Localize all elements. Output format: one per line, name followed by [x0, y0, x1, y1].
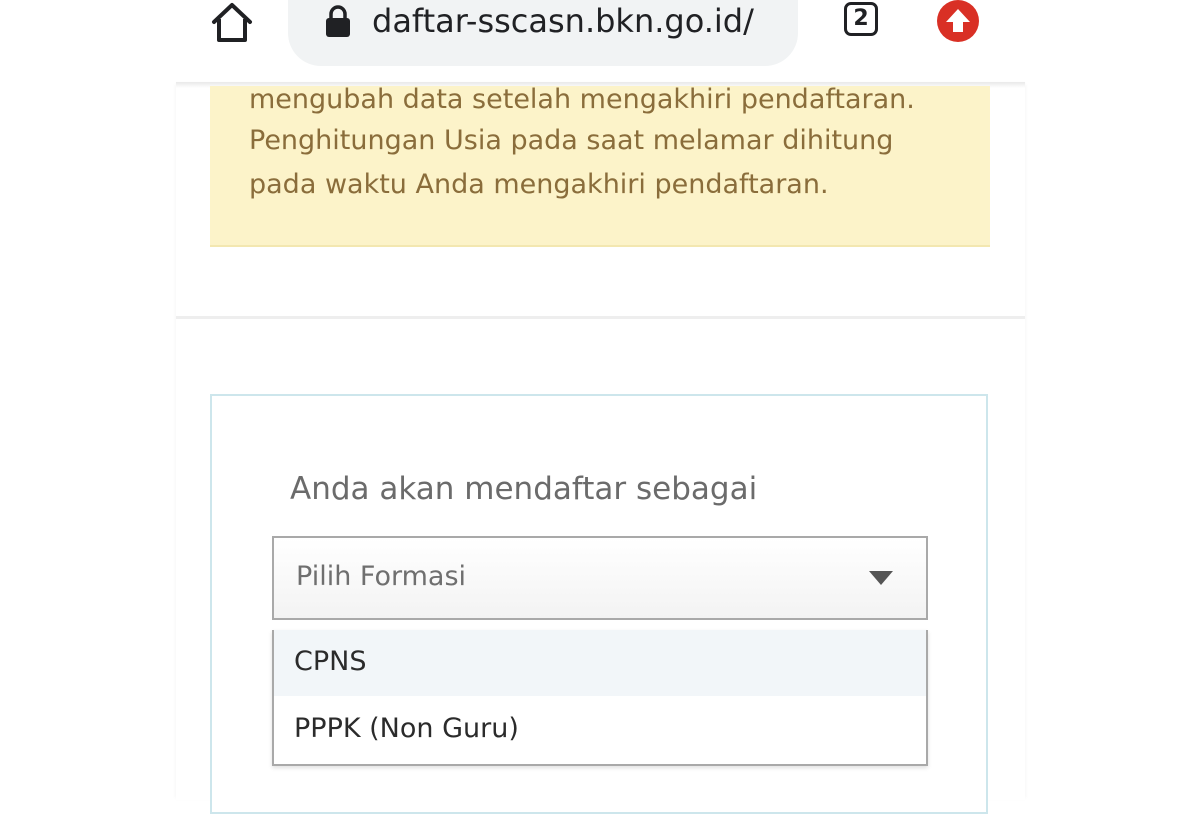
caret-down-icon: [869, 571, 893, 585]
update-arrow-icon: [937, 0, 979, 42]
formation-label: Anda akan mendaftar sebagai: [290, 471, 758, 507]
formation-dropdown-list: CPNS PPPK (Non Guru): [272, 630, 928, 766]
address-bar[interactable]: daftar-sscasn.bkn.go.id/: [288, 0, 798, 66]
notice-text-line: Penghitungan Usia pada saat melamar dihi…: [249, 125, 894, 156]
update-button[interactable]: [936, 0, 982, 44]
url-text: daftar-sscasn.bkn.go.id/: [372, 2, 754, 40]
option-label: CPNS: [294, 646, 367, 677]
home-icon: [212, 3, 252, 42]
tab-switcher-button[interactable]: 2: [842, 2, 886, 42]
section-divider: [176, 316, 1025, 319]
notice-text-line: pada waktu Anda mengakhiri pendaftaran.: [249, 169, 829, 200]
notice-alert: mengubah data setelah mengakhiri pendaft…: [210, 84, 990, 247]
option-cpns[interactable]: CPNS: [274, 630, 926, 696]
option-pppk-non-guru[interactable]: PPPK (Non Guru): [274, 697, 926, 763]
notice-text-line: mengubah data setelah mengakhiri pendaft…: [249, 84, 915, 115]
select-value: Pilih Formasi: [296, 561, 467, 592]
lock-icon: [326, 5, 350, 37]
tab-count: 2: [844, 2, 878, 36]
option-label: PPPK (Non Guru): [294, 713, 519, 744]
formation-select[interactable]: Pilih Formasi: [272, 536, 928, 620]
home-button[interactable]: [208, 0, 256, 44]
browser-toolbar: daftar-sscasn.bkn.go.id/ 2: [0, 0, 1200, 82]
